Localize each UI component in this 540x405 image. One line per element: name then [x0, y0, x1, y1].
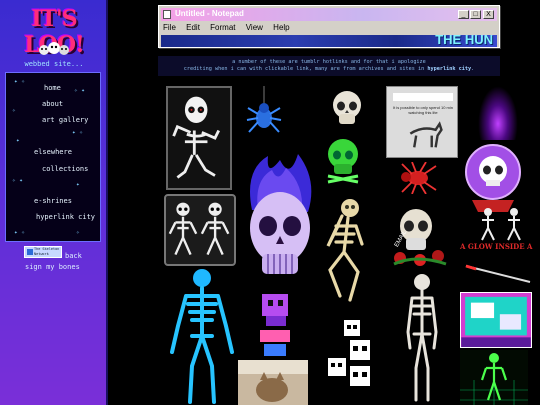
- sparkle-icon: ✧: [76, 229, 80, 236]
- sword-gif[interactable]: [464, 262, 532, 286]
- sidebar: IT'S LOO! webbed site... ✦ ✧ ✧ ✦ home ab…: [0, 0, 108, 405]
- maximize-button[interactable]: □: [470, 10, 481, 19]
- nav-link-hyperlink-city[interactable]: hyperlink city: [36, 213, 95, 221]
- notepad-icon: [163, 10, 171, 19]
- skeleton-network-badge[interactable]: The Skeleton Network: [24, 246, 62, 258]
- glitch-skull-gif[interactable]: [258, 292, 294, 358]
- red-spider-gif[interactable]: [392, 162, 440, 194]
- crystal-ball-skull-gif[interactable]: [462, 142, 524, 214]
- green-skull-gif[interactable]: [322, 136, 364, 184]
- badge-text: The Skeleton Network: [34, 247, 60, 256]
- notepad-window: Untitled - Notepad _ □ X File Edit Forma…: [158, 5, 500, 48]
- twin-skeletons-gif[interactable]: [164, 194, 236, 266]
- nav-link-home[interactable]: home: [44, 84, 61, 92]
- cat-photo[interactable]: [238, 360, 308, 405]
- minimize-button[interactable]: _: [458, 10, 469, 19]
- menu-help[interactable]: Help: [273, 23, 289, 32]
- white-skull-gif[interactable]: [328, 88, 366, 128]
- notepad-menubar: File Edit Format View Help: [163, 23, 298, 32]
- small-dancing-skeletons-gif[interactable]: [474, 206, 528, 242]
- disclaimer-line-1: a number of these are tumblr hotlinks an…: [232, 59, 426, 65]
- thinking-skeleton-gif[interactable]: [318, 196, 374, 306]
- hyperlink-city-link[interactable]: hyperlink city: [427, 66, 471, 72]
- sparkle-icon: ✦ ✧: [72, 129, 83, 136]
- green-skeleton-gif[interactable]: [460, 350, 528, 405]
- guestbook-link[interactable]: sign my bones: [25, 263, 80, 271]
- notepad-banner: THE HUN: [435, 32, 493, 47]
- disclaimer-line-2: crediting when i can with clickable link…: [183, 66, 425, 72]
- nav-link-collections[interactable]: collections: [42, 165, 88, 173]
- sparkle-icon: ✧ ✦: [12, 177, 23, 184]
- skull-pile-icon: [39, 42, 69, 55]
- menu-edit[interactable]: Edit: [186, 23, 200, 32]
- sparkle-icon: ✧: [12, 107, 16, 114]
- sparkle-icon: ✧ ✦: [74, 87, 85, 94]
- network-icon: [27, 249, 33, 255]
- email-skull-gif[interactable]: EMAIL: [386, 200, 458, 270]
- glow-inside-caption: A GLOW INSIDE A: [460, 242, 533, 251]
- sparkle-icon: ✦ ✧: [14, 229, 25, 236]
- site-subtitle: webbed site...: [24, 60, 84, 68]
- notepad-title: Untitled - Notepad: [175, 9, 244, 18]
- notepad-content: THE HUN: [161, 32, 497, 47]
- dog-meme-image[interactable]: It is possible to only spend 10 min watc…: [386, 86, 458, 158]
- sparkle-icon: ✦ ✧: [14, 78, 25, 85]
- standing-skeleton-gif[interactable]: [404, 272, 440, 402]
- neon-blue-skeleton-gif[interactable]: [162, 266, 248, 405]
- nav-link-about[interactable]: about: [42, 100, 63, 108]
- dancing-skeleton-gif[interactable]: [166, 86, 232, 190]
- blue-spider-gif[interactable]: [246, 86, 282, 138]
- menu-format[interactable]: Format: [210, 23, 235, 32]
- nav-link-art-gallery[interactable]: art gallery: [42, 116, 88, 124]
- menu-view[interactable]: View: [246, 23, 263, 32]
- glitch-computer-gif[interactable]: [460, 292, 532, 348]
- pixel-skulls-gif[interactable]: [320, 318, 378, 388]
- nav-link-e-shrines[interactable]: e-shrines: [34, 197, 72, 205]
- sparkle-icon: ✦: [16, 137, 20, 144]
- sparkle-icon: ✦: [76, 181, 80, 188]
- navigation-menu: ✦ ✧ ✧ ✦ home about ✧ art gallery ✦ ✧ ✦ e…: [5, 72, 101, 242]
- blue-flaming-skull-gif[interactable]: [238, 150, 322, 288]
- hotlink-disclaimer: a number of these are tumblr hotlinks an…: [158, 56, 500, 76]
- purple-glow-gif[interactable]: [478, 86, 518, 140]
- nav-link-elsewhere[interactable]: elsewhere: [34, 148, 72, 156]
- menu-file[interactable]: File: [163, 23, 176, 32]
- back-link[interactable]: back: [65, 252, 82, 260]
- notepad-titlebar[interactable]: Untitled - Notepad _ □ X: [161, 8, 497, 21]
- close-button[interactable]: X: [483, 10, 494, 19]
